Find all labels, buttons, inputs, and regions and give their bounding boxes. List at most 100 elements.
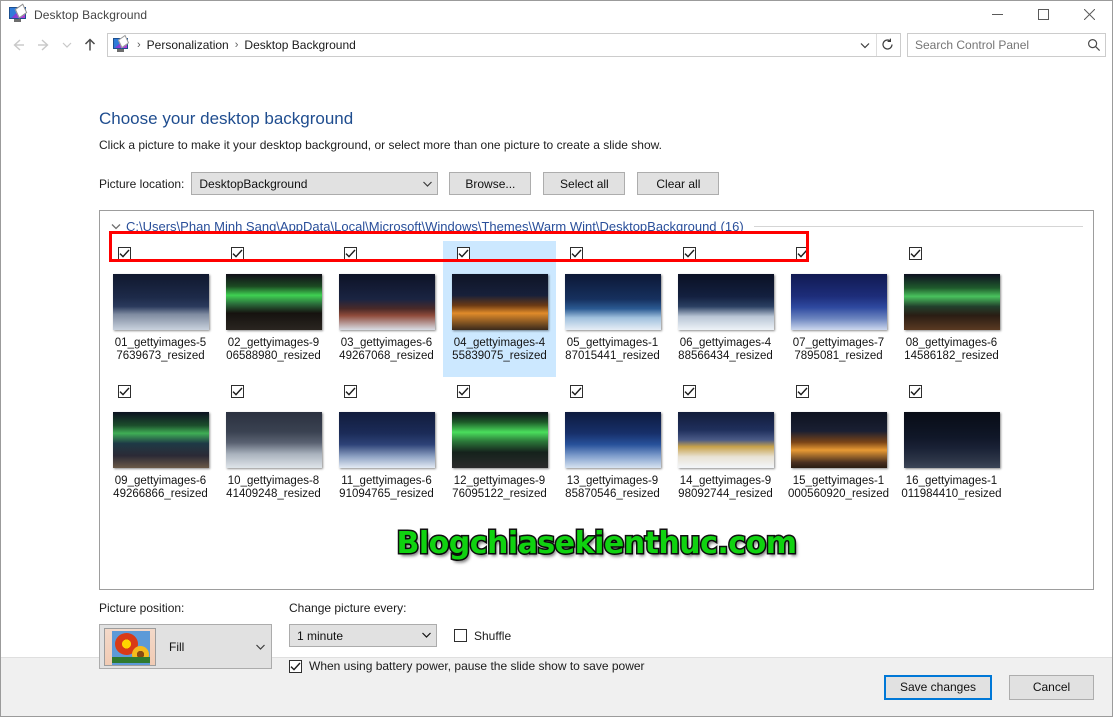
picture-item[interactable]: 10_gettyimages-8 41409248_resized <box>217 379 330 515</box>
check-icon <box>910 387 921 396</box>
recent-locations-button[interactable] <box>57 32 77 58</box>
picture-thumbnail[interactable] <box>903 412 1000 468</box>
refresh-icon[interactable] <box>876 33 898 56</box>
search-box[interactable] <box>907 32 1106 57</box>
picture-location-row: Picture location: DesktopBackground Brow… <box>99 172 1094 195</box>
thumbnail-image <box>225 412 322 468</box>
picture-item[interactable]: 01_gettyimages-5 7639673_resized <box>104 241 217 377</box>
search-input[interactable] <box>915 37 1087 52</box>
up-button[interactable] <box>77 32 103 58</box>
picture-thumbnail[interactable] <box>112 412 209 468</box>
picture-item[interactable]: 09_gettyimages-6 49266866_resized <box>104 379 217 515</box>
picture-thumbnail[interactable] <box>225 412 322 468</box>
picture-item[interactable]: 08_gettyimages-6 14586182_resized <box>895 241 1008 377</box>
picture-checkbox[interactable] <box>796 385 809 398</box>
picture-caption-line2: 91094765_resized <box>339 488 434 500</box>
picture-caption-line1: 13_gettyimages-9 <box>566 475 659 487</box>
picture-thumbnail[interactable] <box>564 274 661 330</box>
picture-thumbnail[interactable] <box>112 274 209 330</box>
forward-button[interactable] <box>31 32 57 58</box>
picture-item[interactable]: 05_gettyimages-1 87015441_resized <box>556 241 669 377</box>
picture-thumbnail[interactable] <box>338 274 435 330</box>
clear-all-button[interactable]: Clear all <box>637 172 720 195</box>
shuffle-label: Shuffle <box>474 628 512 643</box>
picture-thumbnail[interactable] <box>790 412 887 468</box>
picture-checkbox[interactable] <box>231 385 244 398</box>
minimize-button[interactable] <box>974 1 1020 28</box>
breadcrumb-item-desktop-background[interactable]: Desktop Background <box>244 38 355 52</box>
picture-thumbnail[interactable] <box>338 412 435 468</box>
picture-thumbnail[interactable] <box>451 412 548 468</box>
picture-item[interactable]: 07_gettyimages-7 7895081_resized <box>782 241 895 377</box>
picture-location-value: DesktopBackground <box>199 176 308 191</box>
cancel-button[interactable]: Cancel <box>1009 674 1094 700</box>
window-controls <box>974 1 1112 28</box>
close-button[interactable] <box>1066 1 1112 28</box>
picture-item[interactable]: 13_gettyimages-9 85870546_resized <box>556 379 669 515</box>
picture-checkbox[interactable] <box>118 247 131 260</box>
slideshow-settings: Picture position: Fill Change picture ev… <box>99 601 1094 673</box>
picture-checkbox[interactable] <box>457 247 470 260</box>
picture-checkbox[interactable] <box>796 247 809 260</box>
picture-checkbox[interactable] <box>683 247 696 260</box>
search-icon[interactable] <box>1087 38 1101 52</box>
breadcrumb-personalization-icon <box>113 34 130 52</box>
thumbnail-image <box>225 274 322 330</box>
chevron-down-icon[interactable] <box>109 221 123 231</box>
picture-thumbnail[interactable] <box>451 274 548 330</box>
breadcrumb-item-personalization[interactable]: Personalization <box>147 38 229 52</box>
picture-checkbox[interactable] <box>683 385 696 398</box>
breadcrumb-separator: › <box>137 38 141 51</box>
picture-thumbnail[interactable] <box>564 412 661 468</box>
picture-location-select[interactable]: DesktopBackground <box>191 172 439 195</box>
picture-checkbox[interactable] <box>344 385 357 398</box>
address-breadcrumb-field[interactable]: › Personalization › Desktop Background <box>107 32 901 57</box>
window-title: Desktop Background <box>34 7 148 22</box>
picture-caption-line1: 12_gettyimages-9 <box>453 475 546 487</box>
battery-pause-checkbox[interactable] <box>289 659 302 673</box>
picture-thumbnail[interactable] <box>225 274 322 330</box>
picture-caption: 07_gettyimages-7 7895081_resized <box>786 337 891 363</box>
battery-row[interactable]: When using battery power, pause the slid… <box>289 659 645 673</box>
picture-thumbnail[interactable] <box>790 274 887 330</box>
picture-checkbox[interactable] <box>909 385 922 398</box>
picture-checkbox[interactable] <box>570 385 583 398</box>
back-button[interactable] <box>5 32 31 58</box>
breadcrumb-separator: › <box>234 38 239 51</box>
check-icon <box>458 387 469 396</box>
picture-position-select[interactable]: Fill <box>99 624 272 669</box>
address-dropdown-icon[interactable] <box>854 34 876 56</box>
picture-item[interactable]: 02_gettyimages-9 06588980_resized <box>217 241 330 377</box>
picture-item[interactable]: 15_gettyimages-1 000560920_resized <box>782 379 895 515</box>
picture-caption-line1: 15_gettyimages-1 <box>792 475 885 487</box>
picture-checkbox[interactable] <box>231 247 244 260</box>
shuffle-checkbox[interactable] <box>454 629 467 642</box>
picture-checkbox[interactable] <box>909 247 922 260</box>
picture-item[interactable]: 06_gettyimages-4 88566434_resized <box>669 241 782 377</box>
group-header[interactable]: C:\Users\Phan Minh Sang\AppData\Local\Mi… <box>100 211 1093 241</box>
browse-button[interactable]: Browse... <box>449 172 532 195</box>
picture-item[interactable]: 11_gettyimages-6 91094765_resized <box>330 379 443 515</box>
picture-location-label: Picture location: <box>99 176 185 191</box>
picture-checkbox[interactable] <box>570 247 583 260</box>
picture-thumbnail[interactable] <box>677 274 774 330</box>
picture-item[interactable]: 04_gettyimages-4 55839075_resized <box>443 241 556 377</box>
change-picture-every-label: Change picture every: <box>289 601 407 615</box>
maximize-button[interactable] <box>1020 1 1066 28</box>
picture-list[interactable]: C:\Users\Phan Minh Sang\AppData\Local\Mi… <box>99 210 1094 590</box>
thumbnail-image <box>790 412 887 468</box>
picture-checkbox[interactable] <box>457 385 470 398</box>
picture-item[interactable]: 16_gettyimages-1 011984410_resized <box>895 379 1008 515</box>
picture-checkbox[interactable] <box>118 385 131 398</box>
picture-item[interactable]: 03_gettyimages-6 49267068_resized <box>330 241 443 377</box>
picture-caption-line2: 98092744_resized <box>678 488 773 500</box>
select-all-button[interactable]: Select all <box>543 172 626 195</box>
picture-checkbox[interactable] <box>344 247 357 260</box>
picture-item[interactable]: 14_gettyimages-9 98092744_resized <box>669 379 782 515</box>
change-interval-select[interactable]: 1 minute <box>289 624 437 647</box>
picture-thumbnail[interactable] <box>677 412 774 468</box>
picture-thumbnail[interactable] <box>903 274 1000 330</box>
shuffle-row[interactable]: Shuffle <box>454 629 511 643</box>
picture-item[interactable]: 12_gettyimages-9 76095122_resized <box>443 379 556 515</box>
save-changes-button[interactable]: Save changes <box>884 674 992 700</box>
